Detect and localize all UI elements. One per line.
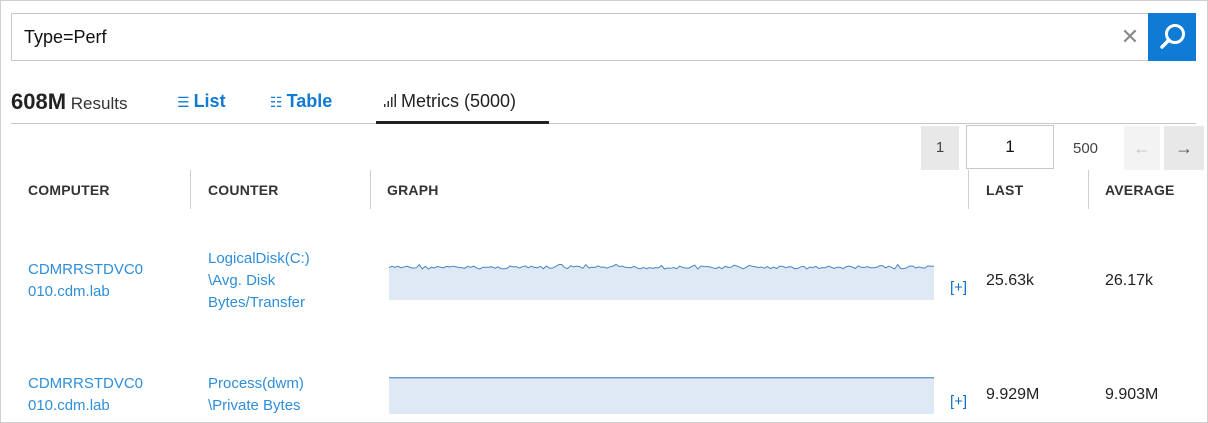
counter-name-line: Process(dwm) [208, 375, 304, 392]
computer-name-line: CDMRRSTDVC0 [28, 261, 144, 278]
tab-metrics[interactable]: Metrics (5000) [383, 91, 516, 112]
column-header-last[interactable]: LAST [986, 182, 1023, 198]
counter-name-line: LogicalDisk(C:) [208, 250, 310, 267]
arrow-right-icon: → [1175, 138, 1193, 158]
tab-metrics-label: Metrics (5000) [401, 91, 517, 111]
counter-link[interactable]: LogicalDisk(C:) \Avg. Disk Bytes/Transfe… [208, 248, 310, 314]
tab-table[interactable]: ☷ Table [270, 91, 332, 112]
sparkline-graph [389, 263, 934, 300]
column-divider [1088, 170, 1089, 209]
pager-next-button[interactable]: → [1164, 126, 1204, 170]
search-input[interactable] [12, 14, 1102, 60]
list-icon: ☰ [177, 94, 190, 110]
counter-link[interactable]: Process(dwm) \Private Bytes [208, 373, 304, 417]
tabs-divider [11, 123, 1196, 124]
table-icon: ☷ [270, 94, 283, 110]
tab-list-label: List [193, 91, 226, 111]
expand-graph-button[interactable]: [+] [950, 393, 967, 410]
close-icon: ✕ [1120, 24, 1140, 49]
last-value: 9.929M [986, 386, 1040, 403]
computer-name-line: 010.cdm.lab [28, 283, 110, 300]
pager-total-pages: 500 [1073, 140, 1099, 157]
computer-link[interactable]: CDMRRSTDVC0 010.cdm.lab [28, 373, 143, 417]
metrics-panel [0, 0, 1208, 423]
sparkline-area [389, 377, 934, 414]
search-bar: ✕ [11, 13, 1196, 61]
column-divider [968, 170, 969, 209]
search-icon [1160, 24, 1185, 49]
tab-list[interactable]: ☰ List [177, 91, 226, 112]
results-count: 608M [11, 89, 67, 114]
column-divider [370, 170, 371, 209]
sparkline-area [389, 264, 934, 300]
column-header-graph[interactable]: GRAPH [387, 182, 439, 198]
arrow-left-icon: ← [1133, 138, 1151, 158]
search-button[interactable] [1148, 13, 1196, 61]
column-divider [190, 170, 191, 209]
counter-name-line: \Private Bytes [208, 397, 301, 414]
computer-name-line: CDMRRSTDVC0 [28, 375, 144, 392]
computer-name-line: 010.cdm.lab [28, 397, 110, 414]
column-header-counter[interactable]: COUNTER [208, 182, 279, 198]
last-value: 25.63k [986, 272, 1035, 289]
pager-first-page[interactable]: 1 [921, 126, 959, 170]
tab-table-label: Table [286, 91, 333, 111]
computer-link[interactable]: CDMRRSTDVC0 010.cdm.lab [28, 259, 143, 303]
pager-prev-button[interactable]: ← [1124, 126, 1160, 170]
expand-graph-button[interactable]: [+] [950, 279, 967, 296]
average-value: 9.903M [1105, 386, 1159, 403]
pager-page-input[interactable] [966, 125, 1054, 169]
counter-name-line: Bytes/Transfer [208, 294, 305, 311]
sparkline-graph [389, 377, 934, 414]
column-header-average[interactable]: AVERAGE [1105, 182, 1175, 198]
average-value: 26.17k [1105, 272, 1154, 289]
column-header-computer[interactable]: COMPUTER [28, 182, 110, 198]
active-tab-indicator [376, 121, 549, 124]
results-label: Results [70, 94, 128, 113]
counter-name-line: \Avg. Disk [208, 272, 276, 289]
results-summary: 608M Results [11, 89, 127, 115]
metrics-bars-icon [384, 94, 396, 107]
clear-search-button[interactable]: ✕ [1117, 24, 1143, 50]
